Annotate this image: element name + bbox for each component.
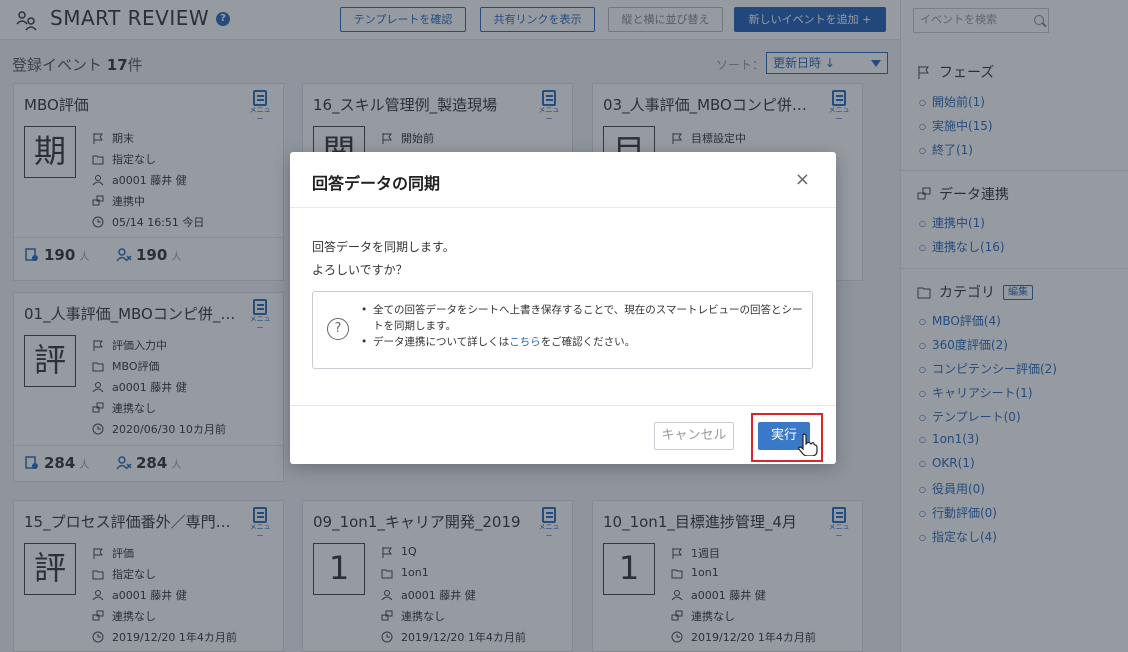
divider <box>290 207 836 208</box>
cancel-button[interactable]: キャンセル <box>654 422 734 450</box>
details-link[interactable]: こちら <box>509 336 541 348</box>
dialog-title: 回答データの同期 <box>312 174 441 193</box>
info-box: ? 全ての回答データをシートへ上書き保存することで、現在のスマートレビューの回答… <box>312 291 813 369</box>
hand-cursor-icon <box>798 433 818 456</box>
close-icon[interactable]: × <box>795 169 810 190</box>
dialog-message: 回答データを同期します。 <box>312 240 455 254</box>
sync-dialog: 回答データの同期 × 回答データを同期します。 よろしいですか？ ? 全ての回答… <box>290 152 836 464</box>
info-list: 全ての回答データをシートへ上書き保存することで、現在のスマートレビューの回答とシ… <box>359 302 809 350</box>
info-item: データ連携について詳しくはこちらをご確認ください。 <box>359 334 809 350</box>
question-icon: ? <box>327 318 349 340</box>
divider <box>290 405 836 406</box>
dialog-confirm-question: よろしいですか？ <box>312 263 408 277</box>
info-item: 全ての回答データをシートへ上書き保存することで、現在のスマートレビューの回答とシ… <box>359 302 809 334</box>
